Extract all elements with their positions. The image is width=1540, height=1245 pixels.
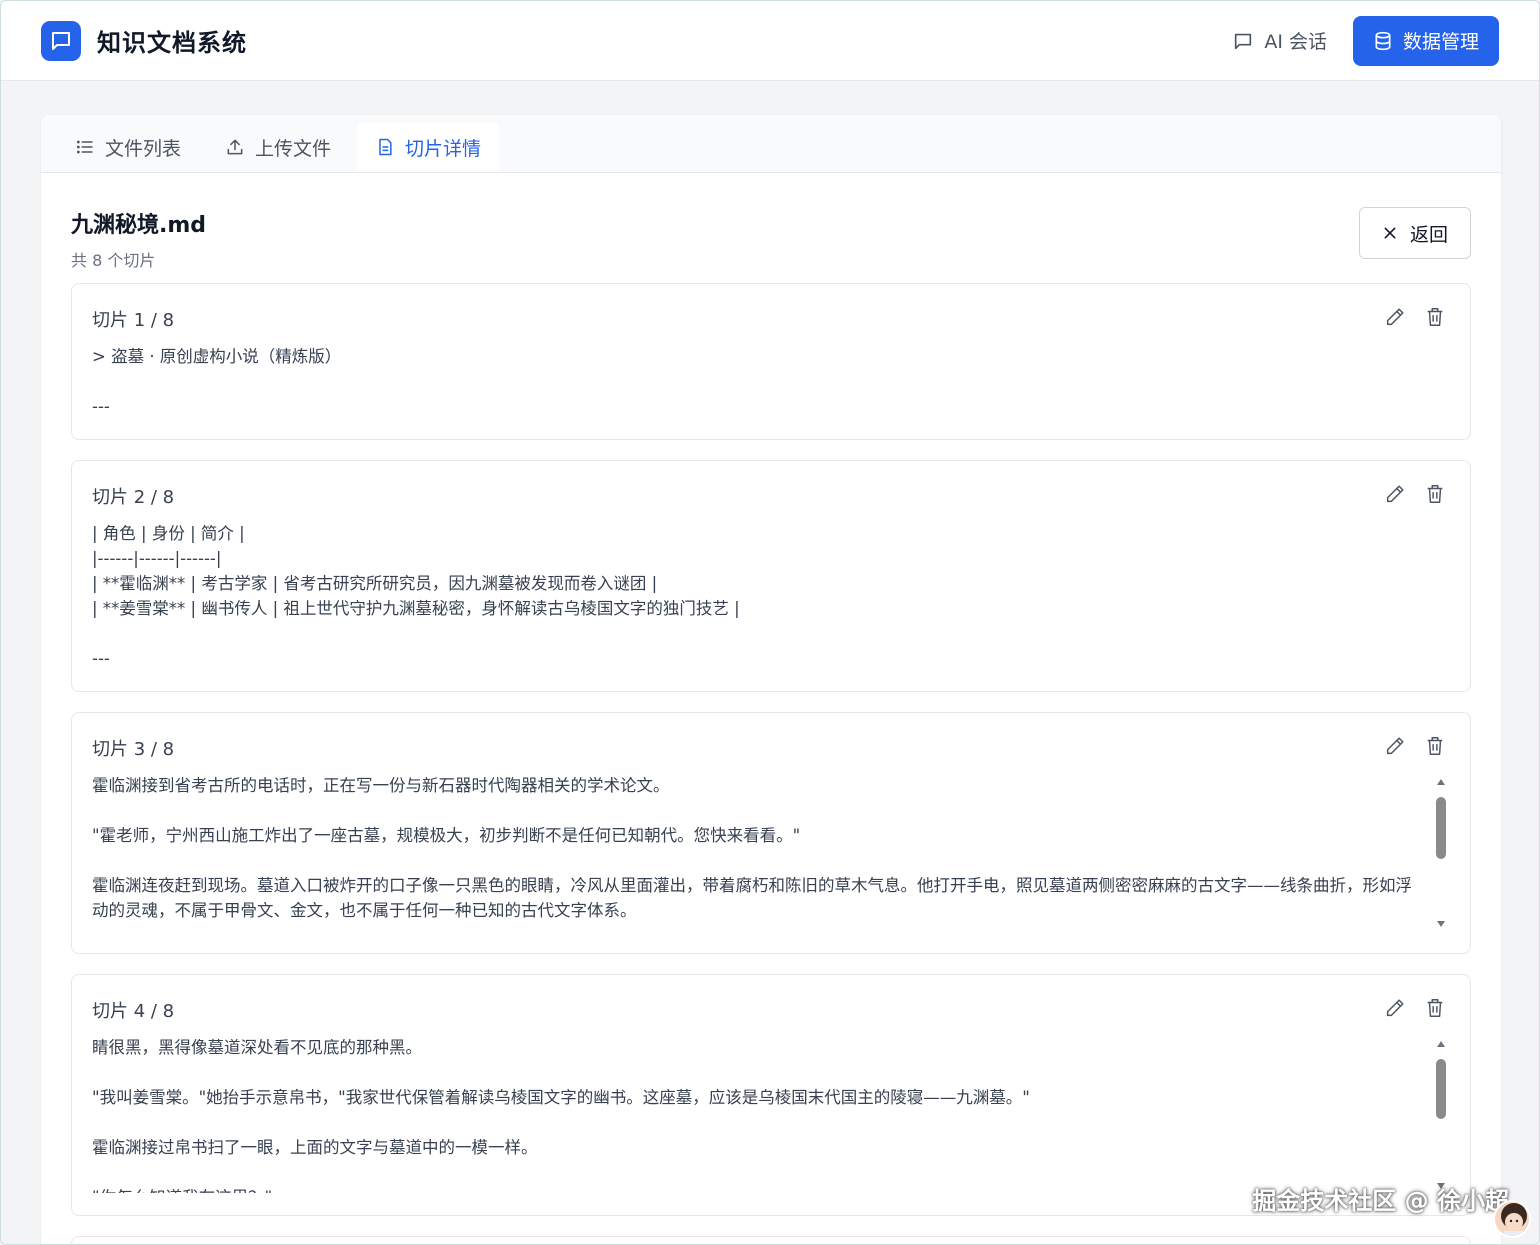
chunk-count: 共 8 个切片 [71, 251, 156, 270]
data-management-button[interactable]: 数据管理 [1352, 15, 1499, 66]
back-label: 返回 [1409, 224, 1448, 246]
database-icon [1375, 31, 1391, 50]
chunk-content: | 角色 | 身份 | 简介 | |------|------|------| … [92, 524, 740, 668]
chunk-actions [1384, 997, 1446, 1019]
tab-upload[interactable]: 上传文件 [207, 122, 349, 172]
back-button[interactable]: 返回 [1359, 207, 1471, 259]
trash-icon[interactable] [1424, 997, 1446, 1019]
top-header: 知识文档系统 AI 会话 数据管理 [1, 1, 1539, 81]
tab-bar: 文件列表 上传文件 切片详情 [41, 115, 1501, 173]
chunk-title: 切片 3 / 8 [92, 739, 175, 760]
tab-label: 切片详情 [405, 137, 482, 160]
avatar [1493, 1200, 1531, 1238]
watermark: 掘金技术社区 @ 徐小超 [1252, 1187, 1509, 1215]
edit-icon[interactable] [1384, 483, 1406, 505]
message-square-icon [1235, 33, 1252, 49]
chunk-card: 切片 4 / 8 睛很黑，黑得像墓道深处看不见底的那种黑。 "我叫姜雪棠。"她抬… [71, 974, 1471, 1216]
chunk-title: 切片 4 / 8 [92, 1001, 175, 1022]
scroll-thumb[interactable] [1436, 797, 1446, 859]
chunk-scrollbar[interactable] [1434, 779, 1448, 927]
tab-label: 文件列表 [105, 137, 182, 160]
chunk-title: 切片 2 / 8 [92, 487, 175, 508]
scroll-up-arrow[interactable] [1437, 1041, 1445, 1047]
trash-icon[interactable] [1424, 735, 1446, 757]
chunk-title: 切片 1 / 8 [92, 310, 175, 331]
chat-bubble-icon [52, 31, 70, 50]
app-title: 知识文档系统 [97, 29, 247, 57]
list-icon [76, 140, 93, 154]
chunk-content: > 盗墓 · 原创虚构小说（精炼版） --- [92, 347, 342, 416]
trash-icon[interactable] [1424, 306, 1446, 328]
chunk-actions [1384, 306, 1446, 328]
tab-file-list[interactable]: 文件列表 [57, 122, 199, 172]
file-name: 九渊秘境.md [71, 213, 207, 238]
chunk-content: 霍临渊接到省考古所的电话时，正在写一份与新石器时代陶器相关的学术论文。 "霍老师… [92, 776, 1412, 920]
upload-icon [227, 139, 243, 155]
chunk-content: 睛很黑，黑得像墓道深处看不见底的那种黑。 "我叫姜雪棠。"她抬手示意帛书，"我家… [92, 1038, 1030, 1193]
chunk-scrollbar[interactable] [1434, 1041, 1448, 1189]
chunk-actions [1384, 735, 1446, 757]
trash-icon[interactable] [1424, 483, 1446, 505]
app-logo [41, 20, 81, 61]
chunk-actions [1384, 483, 1446, 505]
chunk-card [71, 1236, 1471, 1244]
ai-chat-link[interactable]: AI 会话 [1232, 27, 1327, 54]
close-icon [1384, 227, 1396, 239]
edit-icon[interactable] [1384, 735, 1406, 757]
app-window: 知识文档系统 AI 会话 数据管理 文件列表 上传文件 切片详情 九渊秘境.md… [0, 0, 1540, 1245]
data-management-label: 数据管理 [1402, 32, 1479, 53]
file-text-icon [379, 138, 392, 156]
chunk-card: 切片 1 / 8 > 盗墓 · 原创虚构小说（精炼版） --- [71, 283, 1471, 440]
chunk-card: 切片 2 / 8 | 角色 | 身份 | 简介 | |------|------… [71, 460, 1471, 692]
scroll-thumb[interactable] [1436, 1059, 1446, 1119]
tab-chunk-detail[interactable]: 切片详情 [357, 122, 500, 172]
ai-chat-label: AI 会话 [1264, 31, 1327, 53]
scroll-down-arrow[interactable] [1437, 921, 1445, 927]
tab-label: 上传文件 [255, 137, 332, 160]
edit-icon[interactable] [1384, 306, 1406, 328]
chunk-card: 切片 3 / 8 霍临渊接到省考古所的电话时，正在写一份与新石器时代陶器相关的学… [71, 712, 1471, 954]
main-panel: 文件列表 上传文件 切片详情 九渊秘境.md 共 8 个切片 返回 切片 1 /… [41, 115, 1501, 1244]
scroll-up-arrow[interactable] [1437, 779, 1445, 785]
edit-icon[interactable] [1384, 997, 1406, 1019]
file-header: 九渊秘境.md 共 8 个切片 [71, 207, 206, 271]
